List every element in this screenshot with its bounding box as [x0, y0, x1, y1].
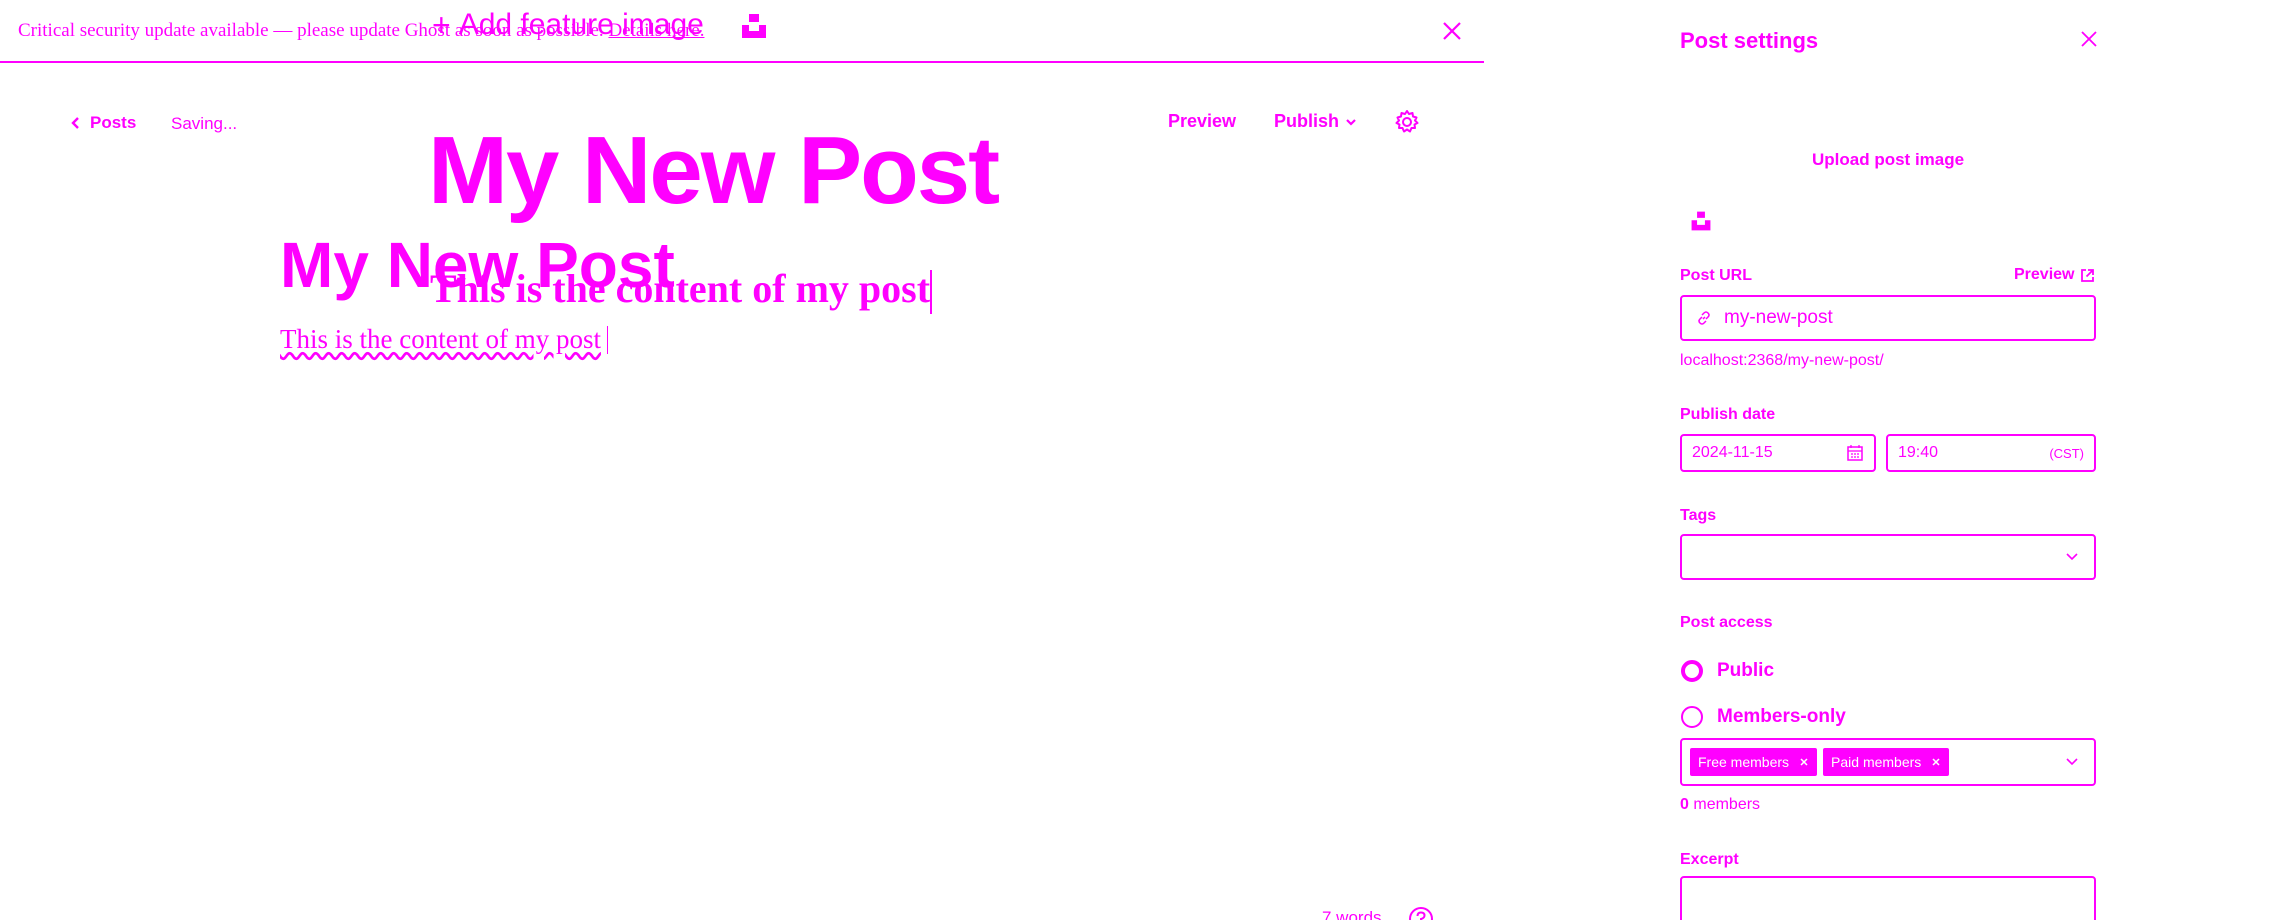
chevron-down-icon	[1346, 118, 1356, 126]
settings-panel-title: Post settings	[1680, 28, 1819, 53]
settings-close-icon[interactable]	[2078, 28, 2100, 50]
tier-chip-label: Paid members	[1831, 754, 1922, 770]
text-cursor	[607, 326, 608, 354]
unsplash-icon[interactable]	[740, 12, 768, 40]
publish-time-input[interactable]	[1898, 444, 2018, 462]
preview-button[interactable]: Preview	[1168, 111, 1236, 132]
post-content-overlay: This is the content of my post	[430, 266, 931, 311]
upload-post-image-button[interactable]: Upload post image	[1812, 150, 1964, 170]
member-count-suffix: members	[1693, 796, 1761, 813]
publish-date-label: Publish date	[1680, 406, 1776, 423]
external-link-icon	[2081, 268, 2095, 282]
post-url-field[interactable]	[1680, 295, 2096, 341]
timezone-label: (CST)	[2049, 445, 2084, 461]
tags-label: Tags	[1680, 507, 1717, 524]
radio-selected[interactable]	[1681, 660, 1703, 682]
access-option-label: Public	[1717, 660, 1775, 681]
publish-time-field[interactable]: (CST)	[1886, 434, 2096, 472]
add-feature-image-button[interactable]: + Add feature image	[432, 8, 704, 42]
access-option-label: Members-only	[1717, 706, 1846, 727]
chevron-down-icon	[2066, 553, 2078, 561]
back-to-posts-link[interactable]: Posts	[70, 113, 136, 133]
link-icon	[1698, 311, 1710, 325]
radio-unselected[interactable]	[1681, 706, 1703, 728]
calendar-icon[interactable]	[1846, 444, 1864, 462]
tier-chip-label: Free members	[1698, 754, 1790, 770]
excerpt-label: Excerpt	[1680, 851, 1739, 868]
post-content[interactable]: This is the content of my post	[280, 324, 601, 355]
text-cursor	[930, 270, 932, 314]
url-preview-label: Preview	[2014, 266, 2075, 283]
tier-chip-free: Free members	[1690, 748, 1818, 776]
url-preview-link[interactable]: Preview	[2014, 266, 2095, 284]
member-tiers-select[interactable]: Free members Paid members	[1680, 738, 2096, 786]
unsplash-icon[interactable]	[1690, 210, 1712, 232]
post-url-input[interactable]	[1724, 307, 2064, 329]
help-icon[interactable]	[1408, 906, 1434, 920]
access-option-members-only[interactable]: Members-only	[1681, 706, 1846, 728]
excerpt-input[interactable]	[1682, 878, 2094, 920]
member-count-value: 0	[1680, 796, 1689, 813]
publish-button[interactable]: Publish	[1274, 111, 1357, 132]
back-label: Posts	[90, 113, 137, 132]
remove-icon[interactable]	[1931, 757, 1941, 767]
gear-icon[interactable]	[1393, 108, 1421, 136]
full-post-url: localhost:2368/my-new-post/	[1680, 352, 1884, 369]
tags-select[interactable]	[1680, 534, 2096, 580]
banner-close-icon[interactable]	[1440, 19, 1464, 43]
post-title-overlay: My New Post	[428, 117, 1000, 224]
save-status: Saving...	[171, 114, 238, 133]
tier-chip-paid: Paid members	[1823, 748, 1950, 776]
publish-date-input[interactable]	[1692, 444, 1812, 462]
add-feature-image-label: Add feature image	[458, 8, 704, 41]
post-access-label: Post access	[1680, 614, 1773, 631]
publish-label: Publish	[1274, 111, 1340, 131]
word-count: 7 words	[1322, 908, 1382, 920]
access-option-public[interactable]: Public	[1681, 660, 1774, 682]
chevron-left-icon	[71, 117, 79, 129]
member-count: 0 members	[1680, 796, 1760, 814]
publish-date-field[interactable]	[1680, 434, 1876, 472]
excerpt-field[interactable]	[1680, 876, 2096, 920]
post-url-label: Post URL	[1680, 267, 1752, 284]
chevron-down-icon	[2066, 758, 2078, 766]
remove-icon[interactable]	[1799, 757, 1809, 767]
plus-icon: +	[432, 7, 451, 43]
